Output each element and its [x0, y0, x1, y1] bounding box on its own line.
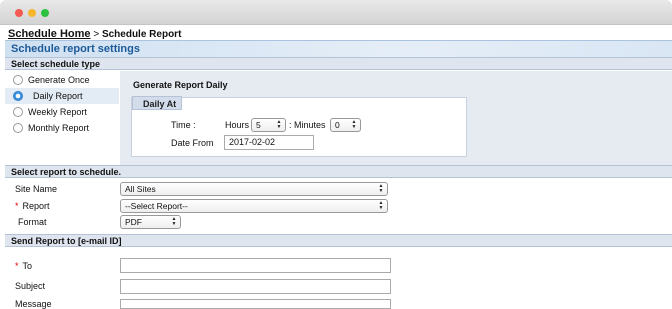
schedule-option-generate-once[interactable]: Generate Once [5, 72, 119, 88]
minutes-value: 0 [335, 120, 340, 130]
select-arrows-icon: ▲ ▼ [171, 216, 177, 227]
close-window-button[interactable] [15, 9, 23, 17]
schedule-option-label: Weekly Report [28, 107, 87, 117]
date-from-label: Date From [171, 138, 214, 148]
breadcrumb-current: Schedule Report [101, 29, 182, 40]
page-title-bar: Schedule report settings [5, 40, 672, 57]
radio-generate-once[interactable] [13, 75, 23, 85]
format-value: PDF [125, 217, 142, 227]
report-label: Report [22, 201, 50, 211]
daily-settings-panel: Generate Report Daily Daily At Time : Ho… [120, 71, 672, 165]
hours-value: 5 [256, 120, 261, 130]
schedule-type-options: Generate Once Daily Report Weekly Report… [5, 71, 119, 165]
hours-select[interactable]: 5 ▲ ▼ [251, 118, 286, 132]
subject-label: Subject [15, 281, 46, 291]
maximize-window-button[interactable] [41, 9, 49, 17]
select-arrows-icon: ▲ ▼ [351, 119, 357, 130]
radio-weekly-report[interactable] [13, 107, 23, 117]
breadcrumb-home-link[interactable]: Schedule Home [8, 28, 91, 40]
select-arrows-icon: ▲ ▼ [276, 119, 282, 130]
breadcrumb-separator: > [93, 29, 100, 40]
report-select[interactable]: --Select Report-- ▲ ▼ [120, 199, 388, 213]
schedule-option-label: Monthly Report [28, 123, 90, 133]
window-titlebar [0, 0, 672, 25]
format-select[interactable]: PDF ▲ ▼ [120, 215, 181, 229]
to-input[interactable] [120, 258, 391, 273]
message-label: Message [15, 299, 52, 309]
schedule-type-section-header: Select schedule type [5, 57, 672, 70]
schedule-option-daily-report[interactable]: Daily Report [5, 88, 119, 104]
subject-input[interactable] [120, 279, 391, 294]
required-marker: * [15, 201, 19, 211]
schedule-option-monthly-report[interactable]: Monthly Report [5, 120, 119, 136]
select-arrows-icon: ▲ ▼ [378, 183, 384, 194]
schedule-option-label: Generate Once [28, 75, 90, 85]
minimize-window-button[interactable] [28, 9, 36, 17]
time-label: Time : [171, 120, 196, 130]
email-section-title: Send Report to [e-mail ID] [11, 236, 122, 246]
report-section-header: Select report to schedule. [5, 165, 672, 178]
radio-daily-report[interactable] [13, 91, 23, 101]
site-name-label: Site Name [15, 184, 58, 194]
minutes-label: : Minutes [289, 120, 326, 130]
radio-monthly-report[interactable] [13, 123, 23, 133]
schedule-option-label: Daily Report [33, 91, 83, 101]
schedule-option-weekly-report[interactable]: Weekly Report [5, 104, 119, 120]
email-section-header: Send Report to [e-mail ID] [5, 234, 672, 247]
to-label: To [22, 261, 33, 271]
required-marker: * [15, 261, 19, 271]
page-title: Schedule report settings [11, 43, 140, 55]
message-input[interactable] [120, 299, 391, 309]
to-label-row: * To [15, 261, 32, 271]
date-from-input[interactable]: 2017-02-02 [224, 135, 314, 150]
daily-at-tab: Daily At [132, 96, 182, 110]
daily-at-title: Daily At [143, 99, 177, 109]
select-arrows-icon: ▲ ▼ [378, 200, 384, 211]
report-section-title: Select report to schedule. [11, 167, 122, 177]
minutes-select[interactable]: 0 ▲ ▼ [330, 118, 361, 132]
format-label: Format [18, 217, 47, 227]
site-name-select[interactable]: All Sites ▲ ▼ [120, 182, 388, 196]
report-value: --Select Report-- [125, 201, 188, 211]
schedule-type-section-title: Select schedule type [11, 59, 101, 69]
breadcrumb: Schedule Home > Schedule Report [8, 28, 181, 40]
hours-label: Hours [225, 120, 250, 130]
report-label-row: * Report [15, 201, 50, 211]
site-name-value: All Sites [125, 184, 156, 194]
daily-heading: Generate Report Daily [133, 80, 228, 90]
